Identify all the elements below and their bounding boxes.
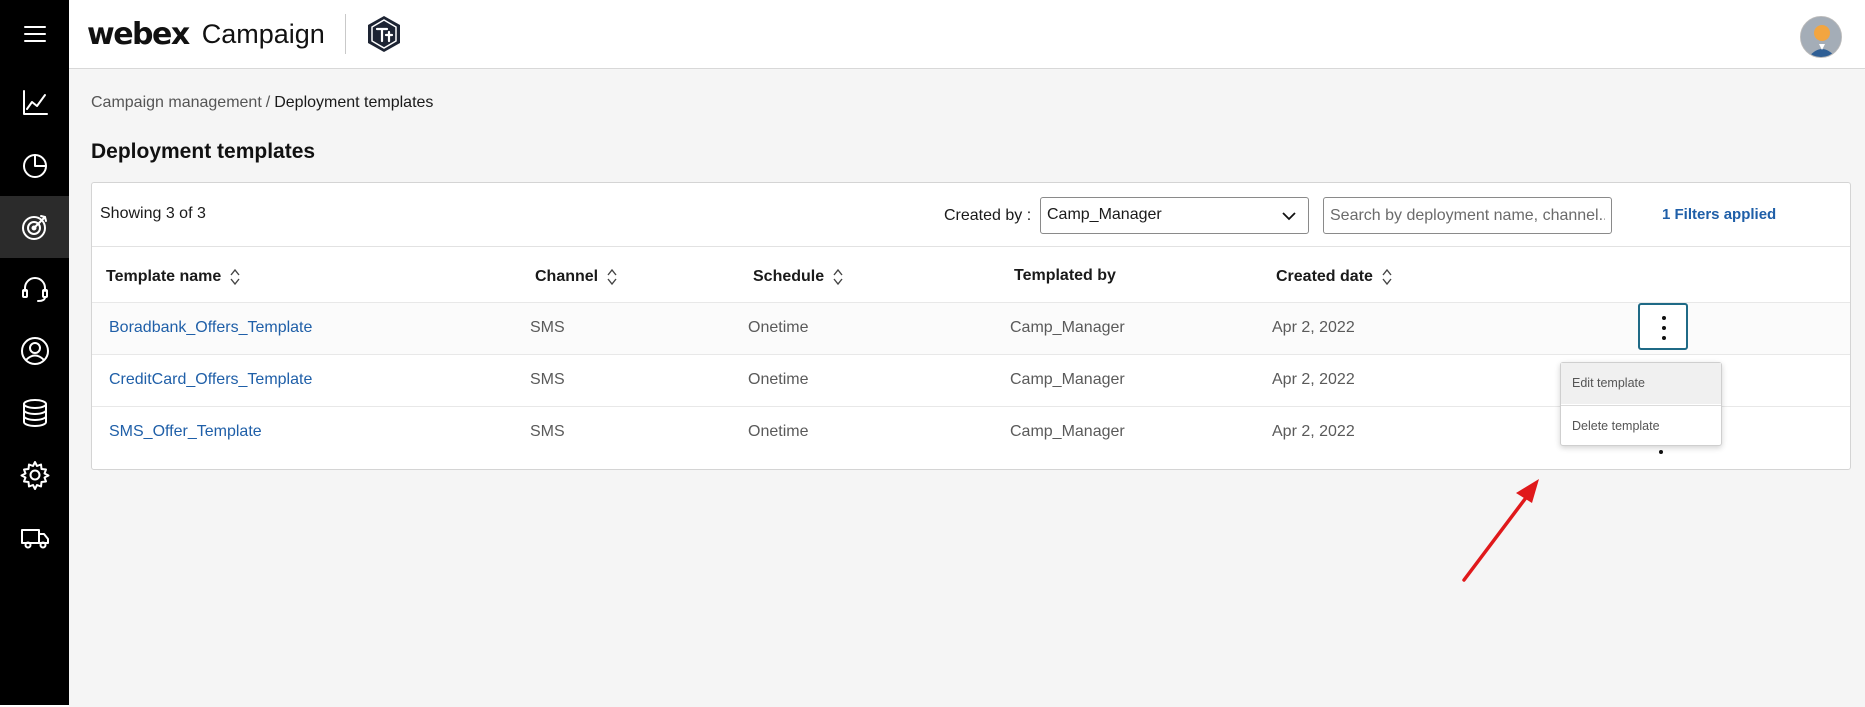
- col-templated-by: Templated by: [1014, 267, 1116, 285]
- kebab-dot: [1662, 336, 1666, 340]
- nav-profile[interactable]: [0, 320, 69, 382]
- sort-icon: [230, 268, 240, 286]
- brand-divider: [344, 14, 346, 54]
- templated-by-cell: Camp_Manager: [1010, 371, 1125, 388]
- template-name-link[interactable]: Boradbank_Offers_Template: [109, 319, 312, 337]
- templates-card: Showing 3 of 3 Created by : Camp_Manager…: [91, 182, 1851, 470]
- sort-icon: [833, 268, 843, 286]
- brand[interactable]: webex Campaign: [87, 12, 404, 56]
- hamburger-icon: [23, 26, 46, 42]
- target-icon: [21, 215, 47, 240]
- table-row[interactable]: Boradbank_Offers_Template SMS Onetime Ca…: [92, 302, 1850, 354]
- channel-cell: SMS: [530, 423, 565, 440]
- search-input[interactable]: [1323, 197, 1612, 234]
- col-created-date-label: Created date: [1276, 268, 1373, 285]
- brand-webex: webex: [87, 16, 190, 52]
- col-templated-by-label: Templated by: [1014, 267, 1116, 284]
- hamburger-menu-button[interactable]: [0, 3, 69, 65]
- company-logo-icon: [367, 16, 400, 52]
- schedule-cell: Onetime: [748, 423, 809, 440]
- annotation-arrow-icon: [1462, 479, 1539, 582]
- filters-applied-link[interactable]: 1 Filters applied: [1662, 206, 1776, 223]
- created-date-cell: Apr 2, 2022: [1272, 423, 1355, 440]
- created-by-value: Camp_Manager: [1047, 206, 1162, 223]
- sort-icon: [607, 268, 617, 286]
- col-created-date[interactable]: Created date: [1276, 267, 1393, 287]
- kebab-dot: [1662, 316, 1666, 320]
- pie-chart-icon: [22, 154, 47, 178]
- menu-item-edit-template[interactable]: Edit template: [1561, 363, 1721, 404]
- nav-settings[interactable]: [0, 444, 69, 506]
- row-actions-button[interactable]: [1638, 303, 1688, 350]
- nav-support[interactable]: [0, 258, 69, 320]
- top-header: webex Campaign: [69, 0, 1865, 69]
- breadcrumb: Campaign management / Deployment templates: [91, 94, 433, 112]
- truck-icon: [20, 529, 49, 549]
- kebab-dot: [1662, 326, 1666, 330]
- user-avatar[interactable]: [1800, 16, 1842, 58]
- left-nav-rail: [0, 0, 69, 705]
- showing-count: Showing 3 of 3: [100, 205, 206, 222]
- chevron-down-icon: [1282, 212, 1296, 221]
- schedule-cell: Onetime: [748, 371, 809, 388]
- templated-by-cell: Camp_Manager: [1010, 319, 1125, 336]
- nav-reports[interactable]: [0, 134, 69, 196]
- breadcrumb-separator: /: [265, 94, 271, 111]
- user-circle-icon: [20, 337, 49, 365]
- headset-icon: [21, 277, 48, 302]
- nav-campaigns[interactable]: [0, 196, 69, 258]
- database-icon: [22, 399, 47, 427]
- col-template-name[interactable]: Template name: [106, 267, 241, 287]
- menu-item-delete-template[interactable]: Delete template: [1561, 405, 1721, 446]
- row-actions-menu: Edit template Delete template: [1560, 362, 1722, 446]
- created-by-label: Created by :: [944, 207, 1032, 224]
- row-actions-button-partial[interactable]: [1659, 450, 1663, 454]
- breadcrumb-current: Deployment templates: [274, 94, 434, 111]
- schedule-cell: Onetime: [748, 319, 809, 336]
- created-date-cell: Apr 2, 2022: [1272, 371, 1355, 388]
- created-by-select[interactable]: Camp_Manager: [1040, 197, 1309, 234]
- col-channel-label: Channel: [535, 268, 599, 285]
- line-chart-icon: [22, 90, 48, 115]
- template-name-link[interactable]: CreditCard_Offers_Template: [109, 371, 312, 389]
- main-content: Campaign management / Deployment templates…: [69, 70, 1865, 707]
- avatar-icon: [1801, 17, 1841, 57]
- template-name-link[interactable]: SMS_Offer_Template: [109, 423, 262, 441]
- col-schedule-label: Schedule: [753, 268, 825, 285]
- gear-icon: [20, 461, 49, 490]
- col-channel[interactable]: Channel: [535, 267, 618, 287]
- table-header: Template name Channel Schedule Templated…: [92, 248, 1850, 302]
- page-title: Deployment templates: [91, 140, 316, 163]
- col-template-name-label: Template name: [106, 268, 222, 285]
- created-date-cell: Apr 2, 2022: [1272, 319, 1355, 336]
- nav-analytics[interactable]: [0, 72, 69, 134]
- channel-cell: SMS: [530, 371, 565, 388]
- col-schedule[interactable]: Schedule: [753, 267, 844, 287]
- nav-data[interactable]: [0, 382, 69, 444]
- brand-product: Campaign: [201, 18, 325, 49]
- channel-cell: SMS: [530, 319, 565, 336]
- templated-by-cell: Camp_Manager: [1010, 423, 1125, 440]
- table-toolbar: Showing 3 of 3 Created by : Camp_Manager…: [92, 183, 1850, 247]
- breadcrumb-parent[interactable]: Campaign management: [91, 94, 262, 111]
- sort-icon: [1382, 268, 1392, 286]
- nav-delivery[interactable]: [0, 506, 69, 568]
